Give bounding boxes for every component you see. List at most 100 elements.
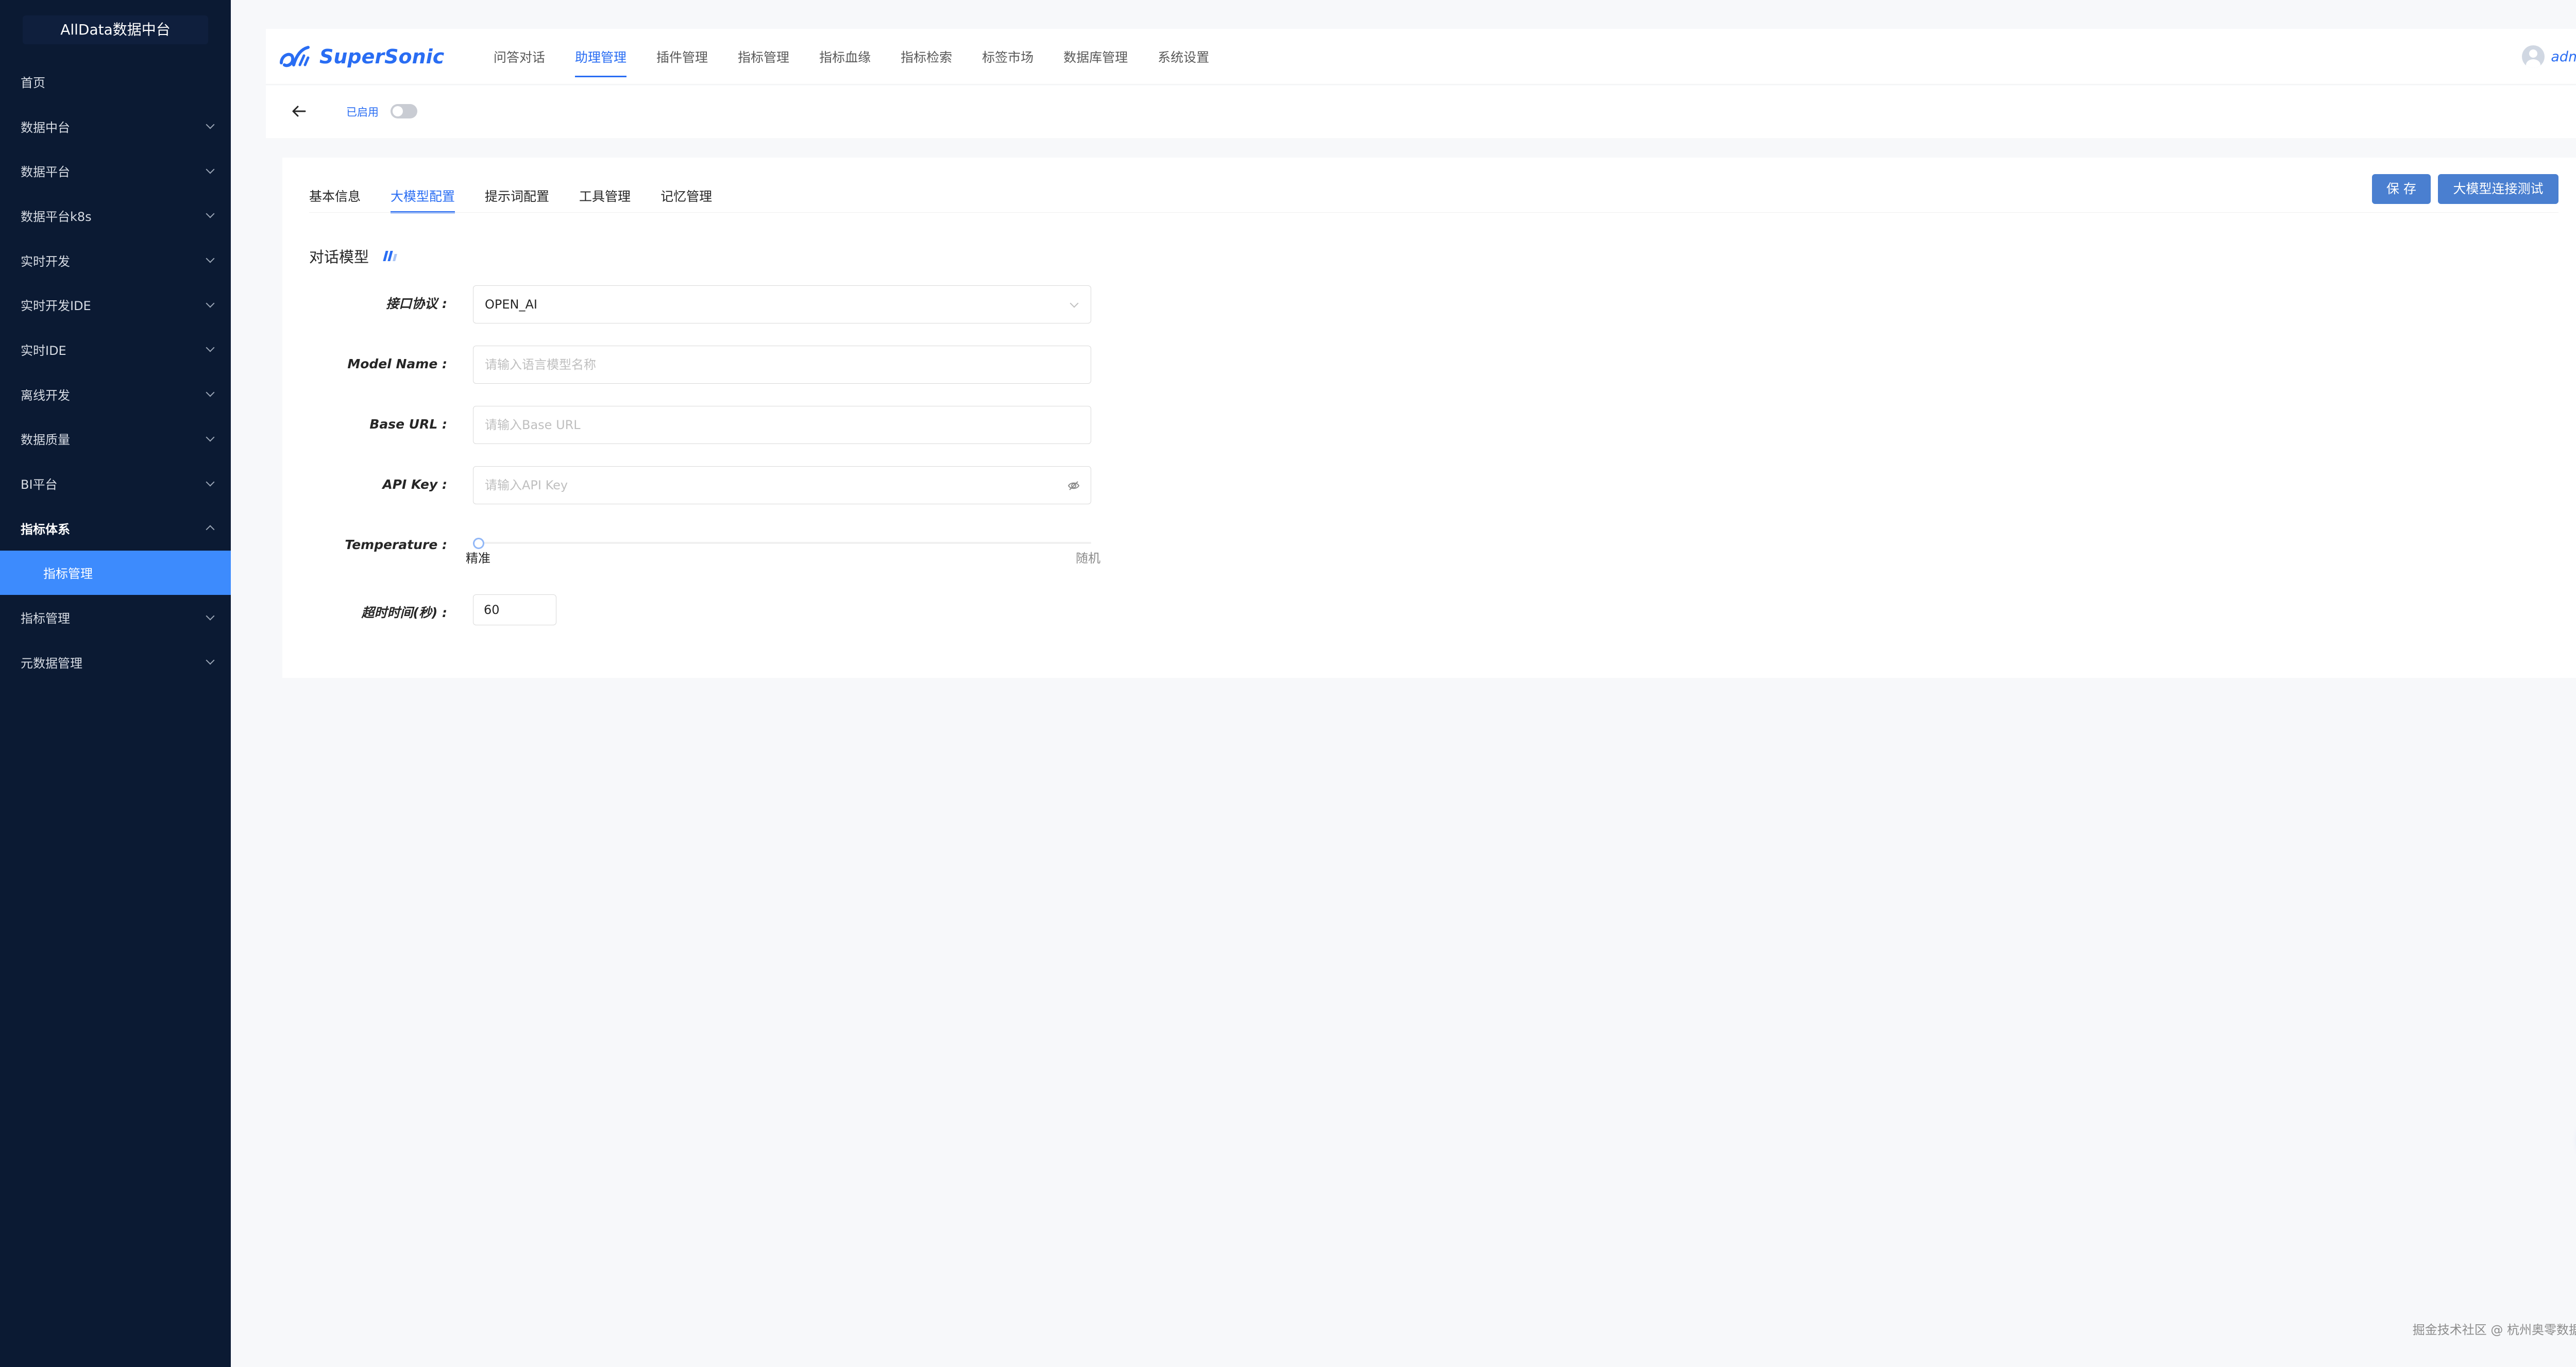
api-key-input[interactable]: 请输入API Key [473, 466, 1091, 504]
sidebar-item-realtime-ide[interactable]: 实时IDE [0, 327, 231, 372]
chevron-down-icon [206, 120, 215, 129]
tab-tool-management[interactable]: 工具管理 [579, 173, 631, 225]
chevron-down-icon [206, 656, 215, 665]
tab-basic-info[interactable]: 基本信息 [309, 173, 361, 225]
top-nav: 问答对话 助理管理 插件管理 指标管理 指标血缘 指标检索 标签市场 数据库管理… [494, 29, 1239, 84]
sidebar-item-label: 数据质量 [21, 433, 70, 448]
api-key-placeholder: 请输入API Key [485, 478, 568, 492]
sidebar-item-realtime-dev[interactable]: 实时开发 [0, 238, 231, 283]
form-row-api-key: API Key : 请输入API Key [282, 464, 1416, 505]
sidebar-item-label: 实时开发IDE [21, 299, 91, 314]
nav-item-tag-market[interactable]: 标签市场 [982, 29, 1033, 84]
chevron-down-icon [206, 165, 215, 174]
arrow-left-icon [292, 106, 306, 117]
sidebar-item-label: 实时开发 [21, 254, 70, 269]
user-name: admin [2551, 48, 2576, 65]
sidebar-item-data-platform[interactable]: 数据平台 [0, 148, 231, 193]
sidebar-menu: 首页 数据中台 数据平台 数据平台k8s 实时开发 实时开发IDE 实时IDE … [0, 59, 231, 685]
api-key-label: API Key : [382, 477, 447, 492]
temperature-slider[interactable]: 精准 随机 [466, 533, 1100, 566]
model-status-icon [383, 251, 397, 261]
enabled-toggle[interactable] [391, 104, 417, 118]
back-arrow-icon[interactable] [289, 101, 309, 122]
sidebar: AllData数据中台 首页 数据中台 数据平台 数据平台k8s 实时开发 实时… [0, 0, 231, 1367]
chevron-down-icon [206, 477, 215, 487]
timeout-input[interactable]: 60 [473, 594, 556, 625]
tab-prompt-config[interactable]: 提示词配置 [485, 173, 549, 225]
sidebar-item-label: 数据平台k8s [21, 209, 92, 224]
model-name-placeholder: 请输入语言模型名称 [485, 357, 596, 372]
user-menu[interactable]: admin [2522, 44, 2576, 69]
form-row-base-url: Base URL : 请输入Base URL [282, 404, 1416, 445]
nav-item-plugin-management[interactable]: 插件管理 [656, 29, 708, 84]
base-url-label: Base URL : [369, 417, 447, 432]
avatar [2522, 45, 2545, 68]
temperature-label: Temperature : [345, 537, 447, 552]
sidebar-item-data-quality[interactable]: 数据质量 [0, 417, 231, 462]
model-name-label: Model Name : [347, 356, 447, 371]
nav-item-qa-chat[interactable]: 问答对话 [494, 29, 545, 84]
sidebar-item-label: 数据中台 [21, 120, 70, 135]
chevron-down-icon [206, 209, 215, 218]
sidebar-item-label: 离线开发 [21, 388, 70, 403]
protocol-value: OPEN_AI [485, 297, 537, 312]
sidebar-item-label: 首页 [21, 75, 45, 90]
nav-item-agent-management[interactable]: 助理管理 [575, 29, 627, 84]
nav-item-metric-search[interactable]: 指标检索 [901, 29, 952, 84]
sidebar-item-label: 元数据管理 [21, 656, 82, 671]
enabled-label: 已启用 [346, 106, 379, 118]
model-name-input[interactable]: 请输入语言模型名称 [473, 346, 1091, 384]
sidebar-item-home[interactable]: 首页 [0, 59, 231, 104]
supersonic-logo-icon [280, 46, 310, 67]
base-url-placeholder: 请输入Base URL [485, 418, 581, 432]
llm-connection-test-button[interactable]: 大模型连接测试 [2438, 174, 2558, 204]
sidebar-subitem-metric-management[interactable]: 指标管理 [0, 550, 231, 595]
sidebar-item-metric-system[interactable]: 指标体系 [0, 506, 231, 551]
logo-text: SuperSonic [319, 45, 445, 68]
config-card: 基本信息 大模型配置 提示词配置 工具管理 记忆管理 保 存 大模型连接测试 对… [282, 158, 2576, 678]
chevron-down-icon [206, 299, 215, 308]
footer-watermark: 掘金技术社区 @ 杭州奥零数据科技 [2412, 1323, 2576, 1337]
slider-max-label: 随机 [1076, 551, 1100, 566]
sidebar-title: AllData数据中台 [23, 15, 208, 44]
nav-item-metric-management[interactable]: 指标管理 [738, 29, 789, 84]
timeout-label: 超时时间(秒) : [361, 605, 447, 620]
sidebar-item-label: 指标体系 [21, 522, 70, 537]
nav-item-database-management[interactable]: 数据库管理 [1063, 29, 1128, 84]
slider-handle[interactable] [473, 538, 484, 549]
slider-rail [473, 542, 1091, 544]
form-row-temperature: Temperature : 精准 随机 [282, 524, 1416, 566]
nav-item-metric-lineage[interactable]: 指标血缘 [819, 29, 871, 84]
chevron-down-icon [206, 611, 215, 621]
slider-min-label: 精准 [466, 551, 490, 566]
chevron-down-icon [206, 433, 215, 442]
tab-memory-management[interactable]: 记忆管理 [660, 173, 712, 225]
chevron-down-icon [206, 388, 215, 397]
top-header: SuperSonic 问答对话 助理管理 插件管理 指标管理 指标血缘 指标检索… [266, 29, 2576, 84]
nav-item-system-settings[interactable]: 系统设置 [1158, 29, 1209, 84]
sidebar-item-metadata-management[interactable]: 元数据管理 [0, 640, 231, 685]
form-row-model-name: Model Name : 请输入语言模型名称 [282, 344, 1416, 385]
sidebar-item-label: 数据平台 [21, 165, 70, 180]
sidebar-item-label: 实时IDE [21, 343, 66, 358]
sidebar-item-label: 指标管理 [21, 611, 70, 626]
sidebar-item-offline-dev[interactable]: 离线开发 [0, 372, 231, 417]
sidebar-item-metric-management[interactable]: 指标管理 [0, 595, 231, 640]
sidebar-item-data-center[interactable]: 数据中台 [0, 104, 231, 149]
base-url-input[interactable]: 请输入Base URL [473, 406, 1091, 444]
tab-llm-config[interactable]: 大模型配置 [391, 173, 455, 225]
logo[interactable]: SuperSonic [278, 40, 444, 73]
save-button[interactable]: 保 存 [2372, 174, 2431, 204]
sidebar-item-label: BI平台 [21, 477, 58, 492]
sidebar-item-bi-platform[interactable]: BI平台 [0, 461, 231, 506]
protocol-label: 接口协议 : [386, 296, 447, 311]
chevron-down-icon [206, 343, 215, 352]
protocol-select[interactable]: OPEN_AI [473, 285, 1091, 323]
form-row-timeout: 超时时间(秒) : 60 [282, 592, 1416, 634]
eye-invisible-icon[interactable] [1067, 479, 1080, 492]
config-tabs: 基本信息 大模型配置 提示词配置 工具管理 记忆管理 [309, 173, 742, 225]
sidebar-item-realtime-dev-ide[interactable]: 实时开发IDE [0, 282, 231, 327]
chevron-down-icon [206, 254, 215, 263]
sidebar-item-data-platform-k8s[interactable]: 数据平台k8s [0, 193, 231, 238]
section-title-text: 对话模型 [309, 248, 369, 266]
